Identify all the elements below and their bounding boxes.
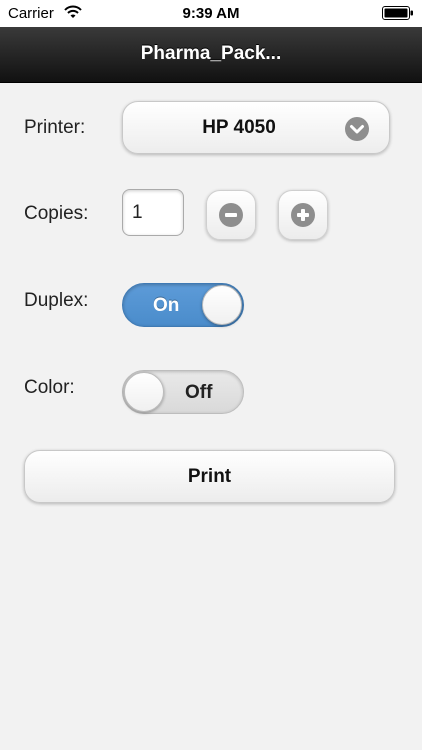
copies-input[interactable]: [122, 189, 184, 236]
duplex-label: Duplex:: [24, 290, 89, 311]
color-toggle-state: Off: [185, 382, 213, 403]
printer-select[interactable]: HP 4050: [122, 101, 390, 154]
printer-select-value: HP 4050: [202, 117, 276, 138]
status-bar: Carrier 9:39 AM: [0, 0, 422, 27]
minus-icon: [219, 203, 243, 227]
decrement-copies-button[interactable]: [206, 190, 256, 240]
battery-icon: [382, 6, 413, 20]
color-toggle-knob: [124, 372, 164, 412]
chevron-down-icon: [345, 117, 369, 141]
duplex-toggle-knob: [202, 285, 242, 325]
duplex-toggle-state: On: [153, 295, 180, 316]
color-toggle[interactable]: Off: [122, 370, 244, 414]
print-button-label: Print: [187, 466, 232, 487]
navigation-bar: Pharma_Pack...: [0, 27, 422, 83]
color-label: Color:: [24, 377, 75, 398]
status-time: 9:39 AM: [182, 5, 240, 22]
increment-copies-button[interactable]: [278, 190, 328, 240]
copies-label: Copies:: [24, 203, 89, 224]
plus-icon: [291, 203, 315, 227]
page-title: Pharma_Pack...: [140, 43, 282, 64]
print-button[interactable]: Print: [24, 450, 395, 503]
duplex-toggle[interactable]: On: [122, 283, 244, 327]
printer-label: Printer:: [24, 117, 86, 138]
